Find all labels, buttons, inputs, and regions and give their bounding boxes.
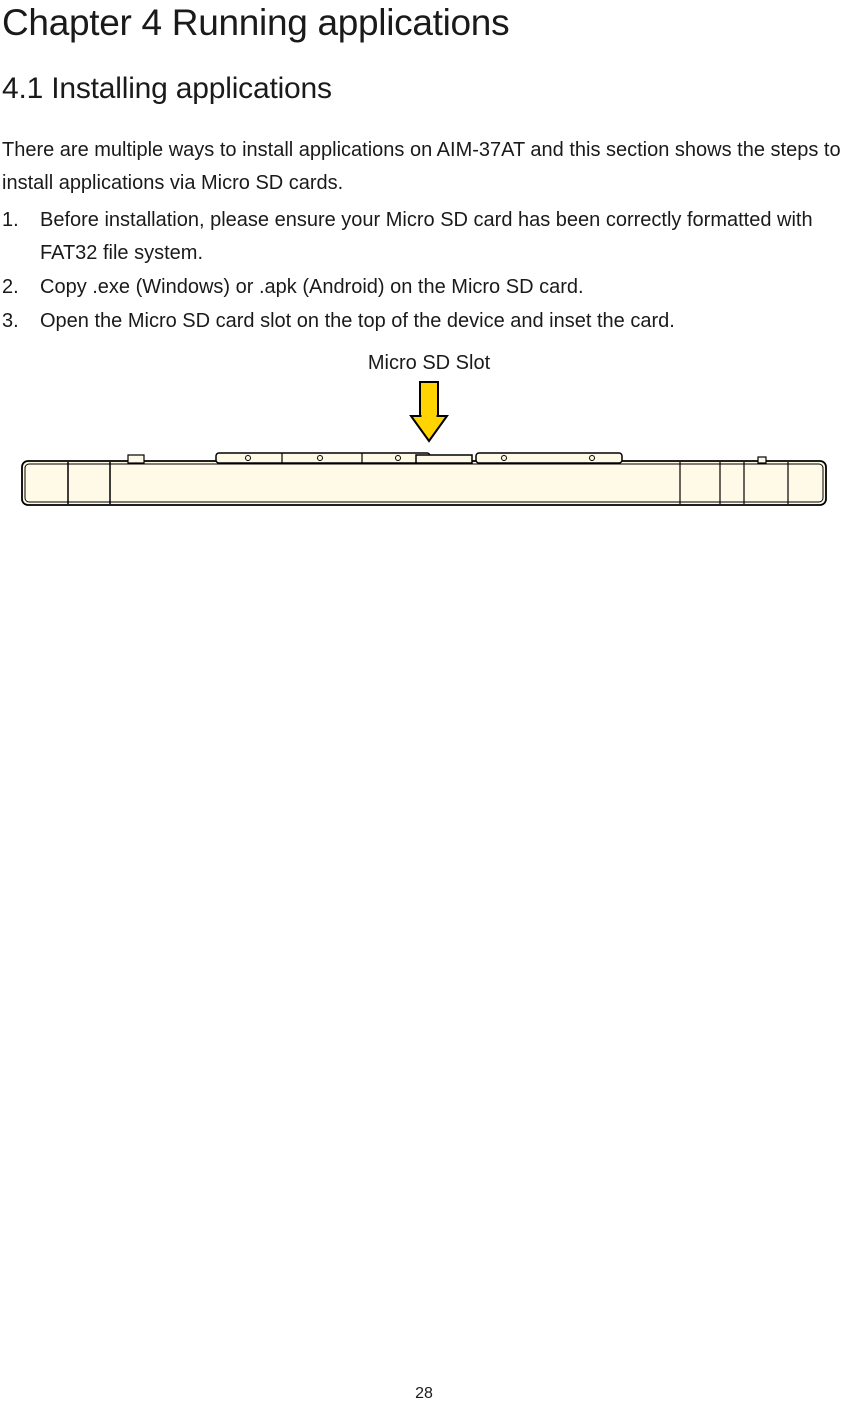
step-item: Open the Micro SD card slot on the top o… <box>2 305 846 338</box>
steps-list: Before installation, please ensure your … <box>2 204 846 338</box>
step-item: Before installation, please ensure your … <box>2 204 846 270</box>
page-number: 28 <box>0 1385 848 1403</box>
device-image <box>2 449 846 507</box>
figure: Micro SD Slot <box>2 352 846 507</box>
section-title: 4.1 Installing applications <box>2 72 846 106</box>
section-intro: There are multiple ways to install appli… <box>2 134 846 200</box>
chapter-title: Chapter 4 Running applications <box>2 2 846 44</box>
figure-caption: Micro SD Slot <box>368 352 490 375</box>
step-item: Copy .exe (Windows) or .apk (Android) on… <box>2 271 846 304</box>
arrow-icon <box>407 381 451 443</box>
